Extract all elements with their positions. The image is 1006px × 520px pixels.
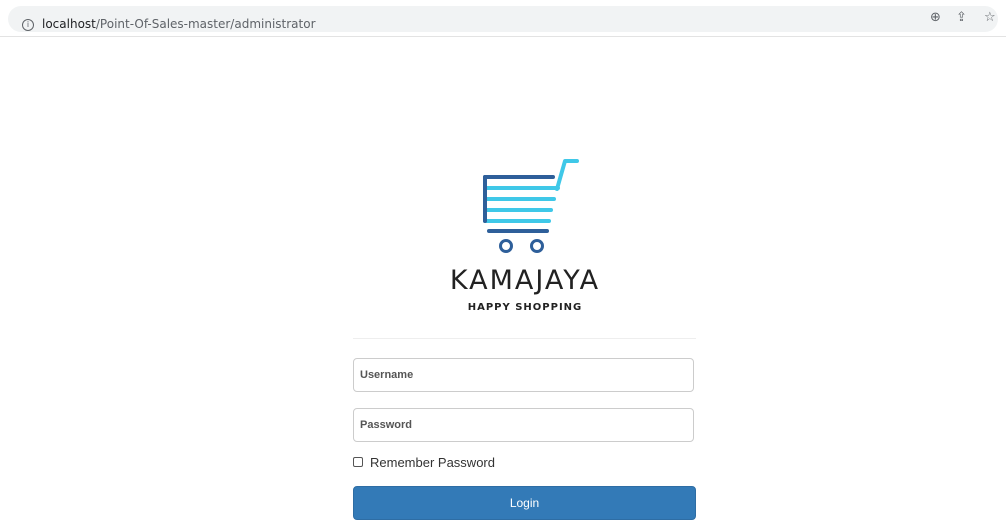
password-field[interactable]	[353, 408, 694, 442]
zoom-icon[interactable]: ⊕	[930, 10, 941, 26]
browser-address-bar: i localhost/Point-Of-Sales-master/admini…	[0, 0, 1006, 37]
username-input[interactable]	[354, 359, 693, 391]
brand-name: KAMAJAYA	[449, 265, 601, 296]
url-text[interactable]: localhost/Point-Of-Sales-master/administ…	[42, 17, 316, 31]
password-input[interactable]	[354, 409, 693, 441]
url-path: /Point-Of-Sales-master/administrator	[95, 17, 316, 31]
remember-password-label: Remember Password	[370, 454, 495, 470]
bookmark-star-icon[interactable]: ☆	[984, 10, 996, 26]
remember-password[interactable]: Remember Password	[353, 454, 495, 470]
shopping-cart-icon	[483, 159, 579, 253]
omnibox[interactable]: i localhost/Point-Of-Sales-master/admini…	[8, 6, 998, 32]
divider	[353, 338, 696, 339]
remember-password-checkbox[interactable]	[353, 457, 363, 467]
share-icon[interactable]: ⇪	[956, 10, 967, 26]
username-field[interactable]	[353, 358, 694, 392]
info-icon[interactable]: i	[22, 19, 34, 31]
url-host: localhost	[42, 17, 96, 31]
brand-tagline: HAPPY SHOPPING	[467, 302, 583, 313]
